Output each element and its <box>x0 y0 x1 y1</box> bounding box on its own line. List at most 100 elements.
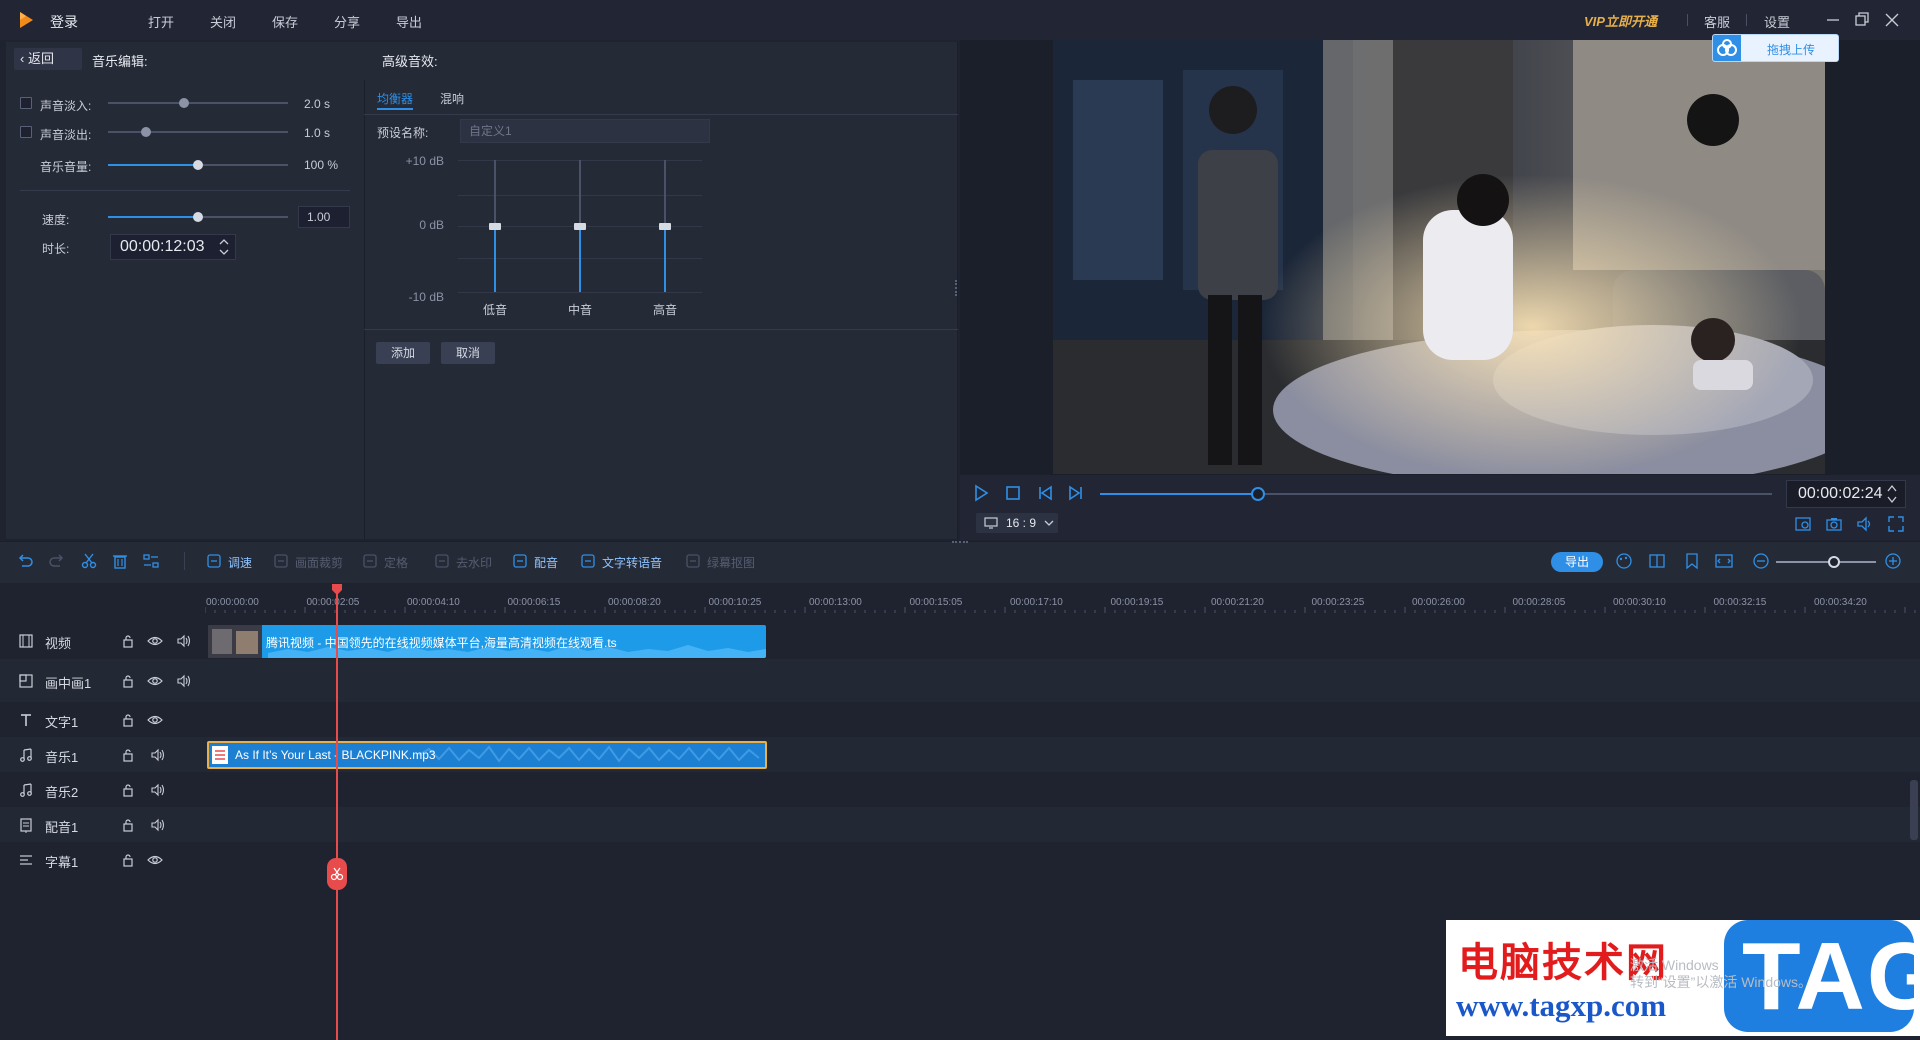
duration-spinner-icon[interactable] <box>218 236 230 258</box>
minimize-icon[interactable] <box>1823 10 1843 30</box>
eye-icon[interactable] <box>147 852 163 868</box>
aspect-ratio-select[interactable]: 16 : 9 <box>976 513 1058 533</box>
tool-crop-button[interactable]: 画面裁剪 <box>295 554 343 571</box>
menu-share[interactable]: 分享 <box>334 12 360 31</box>
settings-link[interactable]: 设置 <box>1764 12 1790 31</box>
lock-icon[interactable] <box>120 817 136 833</box>
zoom-out-icon[interactable] <box>1752 552 1770 570</box>
music-icon <box>20 782 32 797</box>
redo-icon[interactable] <box>48 552 66 570</box>
eye-icon[interactable] <box>147 633 163 649</box>
time-spinner-icon[interactable] <box>1886 481 1898 507</box>
vip-link[interactable]: VIP立即开通 <box>1584 11 1657 30</box>
speaker-icon[interactable] <box>176 633 192 649</box>
timeline-track[interactable] <box>0 772 1920 807</box>
tool-dubbing-button[interactable]: 配音 <box>534 554 558 571</box>
lock-icon[interactable] <box>120 712 136 728</box>
timeline-track[interactable] <box>0 807 1920 842</box>
fit-timeline-icon[interactable] <box>1715 552 1733 570</box>
playhead-line[interactable] <box>336 586 338 1040</box>
fade-out-slider[interactable] <box>108 131 288 133</box>
tool-remove-watermark-button[interactable]: 去水印 <box>456 554 492 571</box>
text-to-speech-icon <box>581 554 595 568</box>
dubbing-icon <box>20 817 32 833</box>
marker-icon[interactable] <box>1683 552 1701 570</box>
camera-icon[interactable] <box>1825 515 1843 533</box>
eq-band-handle[interactable] <box>659 223 671 230</box>
video-clip[interactable]: 腾讯视频 - 中国领先的在线视频媒体平台,海量高清视频在线观看.ts <box>208 625 766 658</box>
fade-in-slider-handle[interactable] <box>178 98 189 108</box>
dubbing-icon <box>513 554 527 568</box>
eye-icon[interactable] <box>147 673 163 689</box>
restore-icon[interactable] <box>1852 10 1872 30</box>
pip-icon <box>19 673 33 688</box>
timeline-vertical-scrollbar[interactable] <box>1910 780 1918 840</box>
zoom-in-icon[interactable] <box>1884 552 1902 570</box>
panel-splitter[interactable] <box>955 280 957 296</box>
back-button[interactable]: ‹ 返回 <box>14 48 82 70</box>
playhead-cut-handle[interactable] <box>327 858 347 890</box>
lock-icon[interactable] <box>120 747 136 763</box>
speed-slider-handle[interactable] <box>193 212 203 222</box>
eq-band-handle[interactable] <box>574 223 586 230</box>
add-preset-button[interactable]: 添加 <box>376 342 430 364</box>
split-view-icon[interactable] <box>1648 552 1666 570</box>
menu-close[interactable]: 关闭 <box>210 12 236 31</box>
lock-icon[interactable] <box>120 852 136 868</box>
music-clip[interactable]: As If It’s Your Last - BLACKPINK.mp3 <box>207 741 767 769</box>
speaker-icon[interactable] <box>176 673 192 689</box>
menu-export[interactable]: 导出 <box>396 12 422 31</box>
lock-icon[interactable] <box>120 673 136 689</box>
menu-save[interactable]: 保存 <box>272 12 298 31</box>
scissors-icon[interactable] <box>80 552 98 570</box>
fade-out-slider-handle[interactable] <box>140 127 151 137</box>
tool-speed-button[interactable]: 调速 <box>228 554 252 571</box>
stop-icon[interactable] <box>1004 484 1022 502</box>
next-frame-icon[interactable] <box>1067 484 1085 502</box>
timeline-zoom-slider[interactable] <box>1776 561 1876 563</box>
tool-text-to-speech-button[interactable]: 文字转语音 <box>602 554 662 571</box>
timeline-export-button[interactable]: 导出 <box>1551 552 1603 572</box>
tab-equalizer[interactable]: 均衡器 <box>377 90 413 107</box>
tab-reverb[interactable]: 混响 <box>440 90 464 107</box>
lock-icon[interactable] <box>120 633 136 649</box>
tool-green-screen-button[interactable]: 绿幕抠图 <box>707 554 755 571</box>
film-icon <box>19 634 33 648</box>
speaker-icon[interactable] <box>150 782 166 798</box>
timeline-track[interactable] <box>0 702 1920 737</box>
cancel-button[interactable]: 取消 <box>441 342 495 364</box>
adjust-icon[interactable] <box>142 552 160 570</box>
volume-icon[interactable] <box>1856 515 1874 533</box>
fullscreen-icon[interactable] <box>1887 515 1905 533</box>
speaker-icon[interactable] <box>150 817 166 833</box>
service-link[interactable]: 客服 <box>1704 12 1730 31</box>
preset-name-input[interactable]: 自定义1 <box>460 119 710 143</box>
panel-splitter[interactable] <box>952 541 968 543</box>
playback-progress-handle[interactable] <box>1250 487 1265 501</box>
delete-icon[interactable] <box>111 552 129 570</box>
eq-band-handle[interactable] <box>489 223 501 230</box>
drag-upload-badge[interactable]: 拖拽上传 <box>1712 34 1839 62</box>
eye-icon[interactable] <box>147 712 163 728</box>
tool-freeze-frame-button[interactable]: 定格 <box>384 554 408 571</box>
playhead-marker-icon[interactable] <box>331 584 343 596</box>
fade-in-checkbox[interactable] <box>20 97 32 109</box>
undo-icon[interactable] <box>16 552 34 570</box>
fade-in-slider[interactable] <box>108 102 288 104</box>
play-icon[interactable] <box>972 484 990 502</box>
snapshot-folder-icon[interactable] <box>1794 515 1812 533</box>
volume-slider-handle[interactable] <box>193 160 203 170</box>
fade-in-label: 声音淡入: <box>40 99 92 113</box>
timeline-zoom-handle[interactable] <box>1828 556 1840 568</box>
login-link[interactable]: 登录 <box>50 12 78 32</box>
close-icon[interactable] <box>1882 10 1902 30</box>
palette-icon[interactable] <box>1615 552 1633 570</box>
lock-icon[interactable] <box>120 782 136 798</box>
previous-frame-icon[interactable] <box>1036 484 1054 502</box>
speed-input[interactable]: 1.00 <box>298 206 350 228</box>
timeline-track[interactable] <box>0 659 1920 702</box>
fade-out-checkbox[interactable] <box>20 126 32 138</box>
speaker-icon[interactable] <box>150 747 166 763</box>
menu-open[interactable]: 打开 <box>148 12 174 31</box>
timeline-track[interactable] <box>0 842 1920 877</box>
